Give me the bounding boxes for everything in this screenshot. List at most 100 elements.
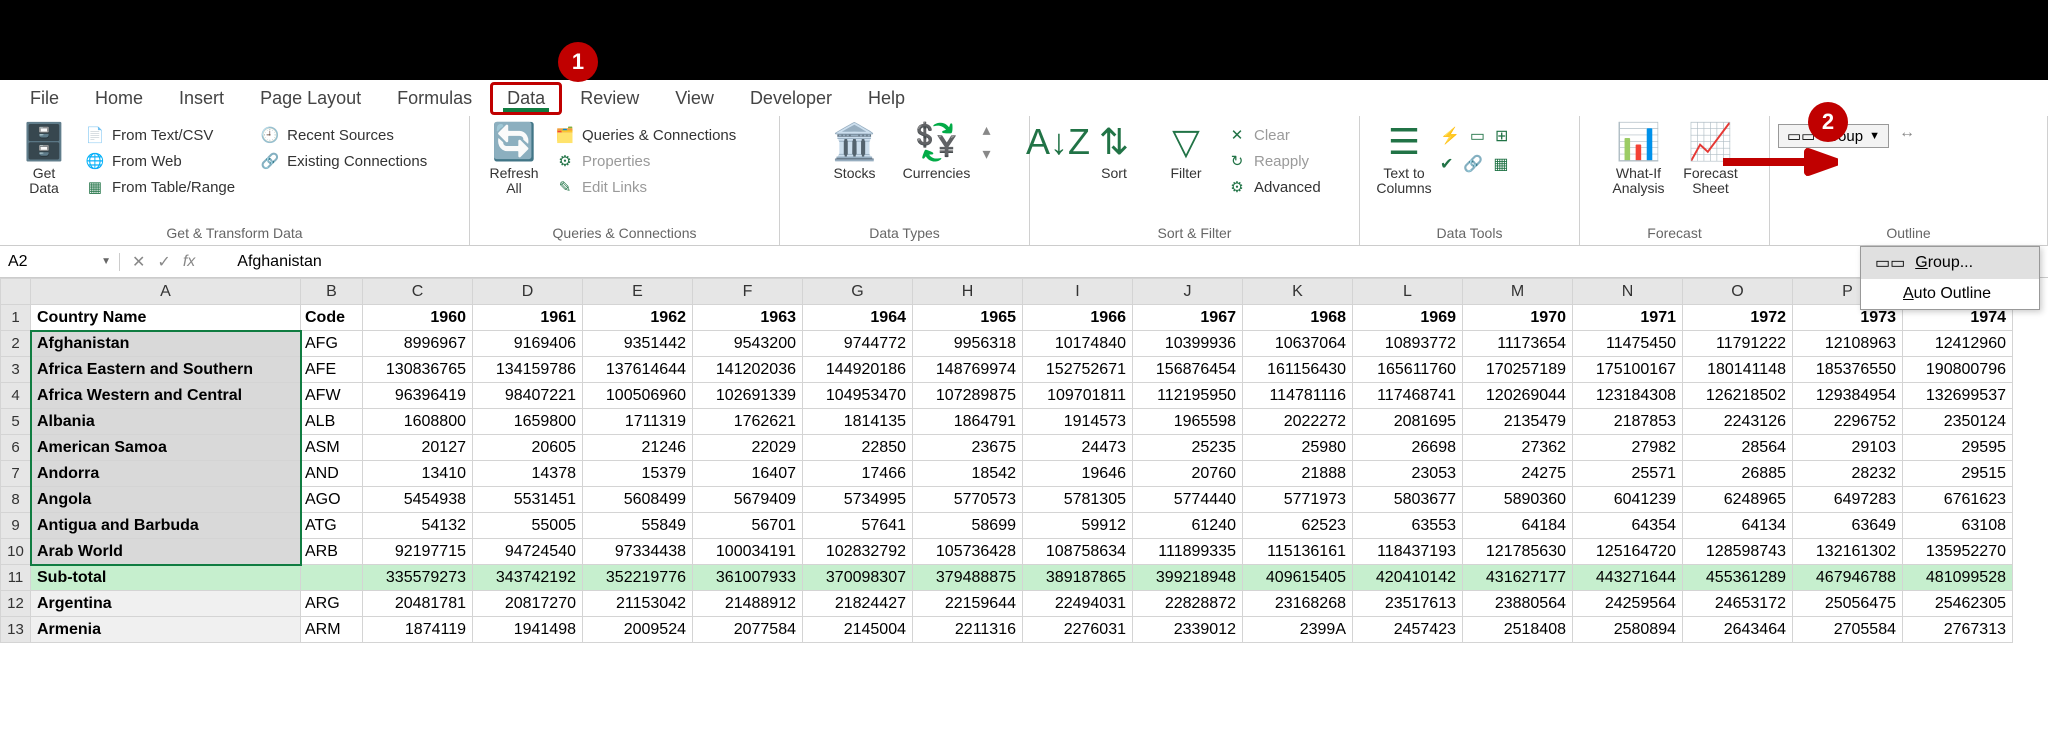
row-header[interactable]: 11 bbox=[1, 565, 31, 591]
existing-connections-button[interactable]: 🔗Existing Connections bbox=[255, 150, 431, 172]
tab-formulas[interactable]: Formulas bbox=[379, 82, 490, 115]
column-header[interactable]: C bbox=[363, 279, 473, 305]
cell[interactable]: 55849 bbox=[583, 513, 693, 539]
menu-item-group[interactable]: ▭▭ GGroup...roup... bbox=[1861, 247, 2039, 279]
tab-view[interactable]: View bbox=[657, 82, 732, 115]
flash-fill-icon[interactable]: ⚡ bbox=[1440, 126, 1460, 146]
cell[interactable]: 21824427 bbox=[803, 591, 913, 617]
cell[interactable]: 2243126 bbox=[1683, 409, 1793, 435]
cell[interactable]: 8996967 bbox=[363, 331, 473, 357]
cell[interactable]: 10399936 bbox=[1133, 331, 1243, 357]
cell[interactable]: 5781305 bbox=[1023, 487, 1133, 513]
sort-button[interactable]: ⇅Sort bbox=[1078, 120, 1150, 183]
sort-az-button[interactable]: A↓Z bbox=[1038, 120, 1078, 168]
cell[interactable]: 20760 bbox=[1133, 461, 1243, 487]
cell-country-name[interactable]: Andorra bbox=[31, 461, 301, 487]
cell[interactable]: 10174840 bbox=[1023, 331, 1133, 357]
cell-code[interactable]: AGO bbox=[301, 487, 363, 513]
cell[interactable]: 10637064 bbox=[1243, 331, 1353, 357]
cell[interactable]: 1970 bbox=[1463, 305, 1573, 331]
cell[interactable]: 6041239 bbox=[1573, 487, 1683, 513]
cell[interactable]: 420410142 bbox=[1353, 565, 1463, 591]
cell-country-name[interactable]: Armenia bbox=[31, 617, 301, 643]
cell-code[interactable]: ARG bbox=[301, 591, 363, 617]
cell[interactable]: 161156430 bbox=[1243, 357, 1353, 383]
row-header[interactable]: 8 bbox=[1, 487, 31, 513]
tab-review[interactable]: Review bbox=[562, 82, 657, 115]
cell[interactable]: 135952270 bbox=[1903, 539, 2013, 565]
currencies-button[interactable]: 💱Currencies bbox=[900, 120, 972, 183]
cell[interactable]: 389187865 bbox=[1023, 565, 1133, 591]
cell[interactable]: 1961 bbox=[473, 305, 583, 331]
cell[interactable]: 180141148 bbox=[1683, 357, 1793, 383]
cell[interactable]: 22494031 bbox=[1023, 591, 1133, 617]
cell[interactable]: 1968 bbox=[1243, 305, 1353, 331]
cell[interactable]: 156876454 bbox=[1133, 357, 1243, 383]
forecast-sheet-button[interactable]: 📈Forecast Sheet bbox=[1675, 120, 1747, 198]
cell[interactable]: 185376550 bbox=[1793, 357, 1903, 383]
cell[interactable]: 2399A bbox=[1243, 617, 1353, 643]
cell-country-name[interactable]: Albania bbox=[31, 409, 301, 435]
scroll-up-icon[interactable]: ▴ bbox=[982, 120, 990, 140]
cell-country-name[interactable]: American Samoa bbox=[31, 435, 301, 461]
column-header[interactable]: L bbox=[1353, 279, 1463, 305]
column-header[interactable]: K bbox=[1243, 279, 1353, 305]
cell[interactable]: 2187853 bbox=[1573, 409, 1683, 435]
cell[interactable]: 100034191 bbox=[693, 539, 803, 565]
remove-duplicates-icon[interactable]: ▭ bbox=[1470, 126, 1485, 146]
cell[interactable]: 2705584 bbox=[1793, 617, 1903, 643]
cell[interactable]: 22850 bbox=[803, 435, 913, 461]
cell[interactable]: 352219776 bbox=[583, 565, 693, 591]
cell[interactable]: 26698 bbox=[1353, 435, 1463, 461]
cell[interactable]: 190800796 bbox=[1903, 357, 2013, 383]
cell[interactable]: 27982 bbox=[1573, 435, 1683, 461]
cell[interactable]: 17466 bbox=[803, 461, 913, 487]
cell[interactable]: 21888 bbox=[1243, 461, 1353, 487]
cell[interactable]: 12412960 bbox=[1903, 331, 2013, 357]
cell[interactable]: 125164720 bbox=[1573, 539, 1683, 565]
cell[interactable]: 2145004 bbox=[803, 617, 913, 643]
cell[interactable]: 29595 bbox=[1903, 435, 2013, 461]
cell-code[interactable]: AFG bbox=[301, 331, 363, 357]
spreadsheet-grid[interactable]: ABCDEFGHIJKLMNOPQ1Country NameCode196019… bbox=[0, 278, 2013, 643]
cell-code[interactable]: ARM bbox=[301, 617, 363, 643]
cell[interactable]: 108758634 bbox=[1023, 539, 1133, 565]
cell[interactable]: 105736428 bbox=[913, 539, 1023, 565]
cell[interactable]: 141202036 bbox=[693, 357, 803, 383]
cell[interactable]: 9956318 bbox=[913, 331, 1023, 357]
cell[interactable]: 14378 bbox=[473, 461, 583, 487]
cell[interactable]: 2518408 bbox=[1463, 617, 1573, 643]
cell[interactable]: 109701811 bbox=[1023, 383, 1133, 409]
cell[interactable]: 134159786 bbox=[473, 357, 583, 383]
column-header[interactable]: N bbox=[1573, 279, 1683, 305]
cell[interactable]: 1960 bbox=[363, 305, 473, 331]
queries-connections-button[interactable]: 🗂️Queries & Connections bbox=[550, 124, 740, 146]
cell[interactable]: 21488912 bbox=[693, 591, 803, 617]
column-header[interactable]: F bbox=[693, 279, 803, 305]
cell[interactable]: 94724540 bbox=[473, 539, 583, 565]
cell[interactable]: 20817270 bbox=[473, 591, 583, 617]
cell[interactable]: 23053 bbox=[1353, 461, 1463, 487]
column-header[interactable]: H bbox=[913, 279, 1023, 305]
cell[interactable]: 148769974 bbox=[913, 357, 1023, 383]
relationships-icon[interactable]: 🔗 bbox=[1463, 154, 1483, 174]
cell[interactable]: 9744772 bbox=[803, 331, 913, 357]
cell[interactable]: 123184308 bbox=[1573, 383, 1683, 409]
cell[interactable]: 22828872 bbox=[1133, 591, 1243, 617]
cell[interactable]: 2276031 bbox=[1023, 617, 1133, 643]
cell[interactable]: 1864791 bbox=[913, 409, 1023, 435]
cell[interactable]: 21246 bbox=[583, 435, 693, 461]
row-header[interactable]: 13 bbox=[1, 617, 31, 643]
cell[interactable]: 10893772 bbox=[1353, 331, 1463, 357]
cell[interactable]: 96396419 bbox=[363, 383, 473, 409]
cell-country-name[interactable]: Afghanistan bbox=[31, 331, 301, 357]
cell[interactable]: 170257189 bbox=[1463, 357, 1573, 383]
cell[interactable]: 11173654 bbox=[1463, 331, 1573, 357]
cell[interactable]: 107289875 bbox=[913, 383, 1023, 409]
menu-item-auto-outline[interactable]: Auto Outline bbox=[1861, 279, 2039, 309]
cell[interactable]: 1608800 bbox=[363, 409, 473, 435]
cell[interactable]: 118437193 bbox=[1353, 539, 1463, 565]
cell[interactable]: 2296752 bbox=[1793, 409, 1903, 435]
scroll-down-icon[interactable]: ▾ bbox=[982, 144, 990, 164]
tab-page-layout[interactable]: Page Layout bbox=[242, 82, 379, 115]
